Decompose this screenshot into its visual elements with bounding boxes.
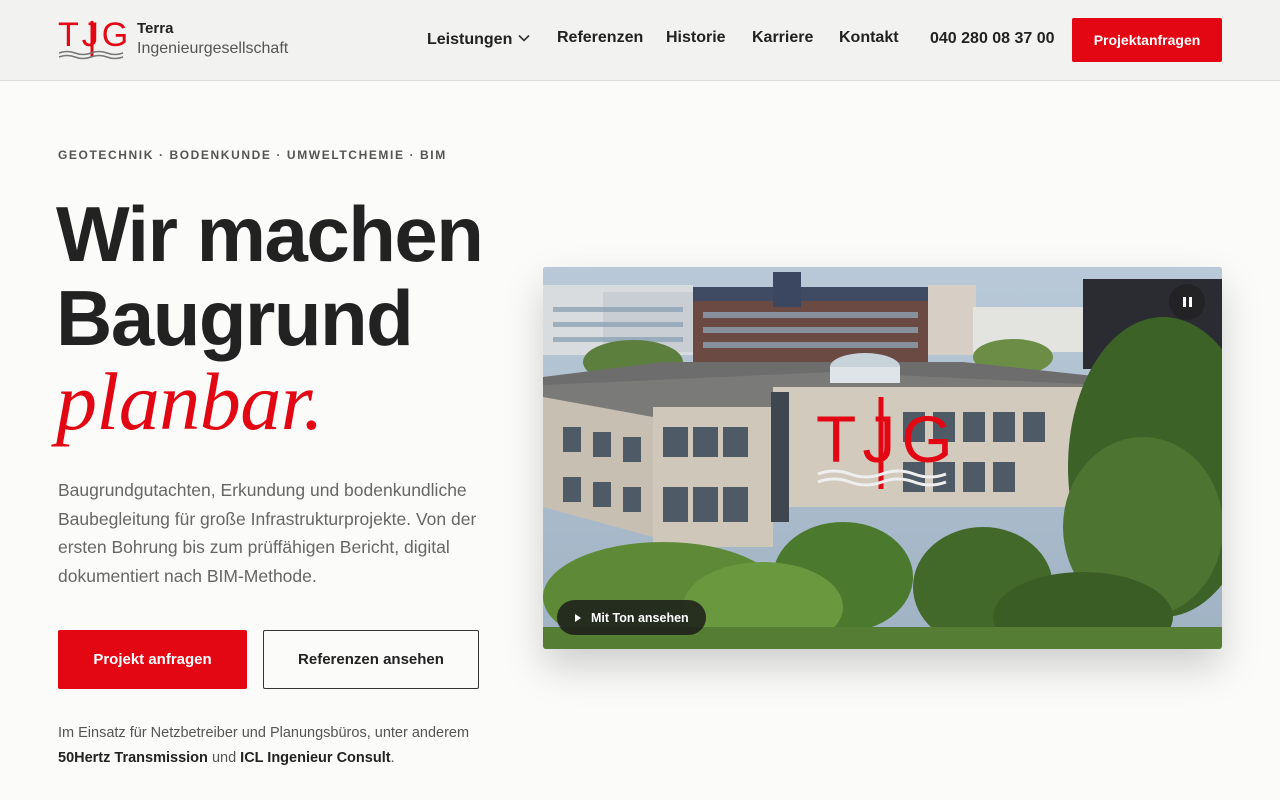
clients-note-and: und [211, 750, 237, 766]
hero-lead: Baugrundgutachten, Erkundung und bodenku… [58, 480, 477, 587]
nav-item-referenzen[interactable]: Referenzen [557, 29, 643, 47]
play-icon [575, 613, 581, 622]
tjg-logo[interactable]: TJG [58, 16, 128, 61]
nav-item-historie[interactable]: Historie [666, 29, 726, 47]
hero-title-line2: Baugrund [56, 274, 414, 362]
hero-title: Wir machen Baugrund planbar. [56, 190, 484, 447]
hero-video[interactable]: TJG Mit Ton ansehen [543, 267, 1222, 649]
pause-icon-bar [1188, 297, 1192, 307]
logo-mark-icon: TJG [58, 16, 128, 60]
brand-name-line2: Ingenieurgesellschaft [137, 40, 289, 57]
watch-with-sound-label: Mit Ton ansehen [591, 610, 689, 625]
client-icl: ICL Ingenieur Consult [240, 750, 391, 766]
view-references-button[interactable]: Referenzen ansehen [263, 630, 479, 689]
video-logo-wordmark: TJG [816, 402, 959, 476]
site-header: TJG Terra Ingenieurgesellschaft Leistung… [0, 0, 1280, 81]
chevron-down-icon [518, 29, 530, 47]
clients-note-suffix: . [390, 750, 395, 766]
pause-video-button[interactable] [1169, 284, 1205, 320]
brand-name-line1: Terra [137, 20, 174, 37]
hero-eyebrow: GEOTECHNIK · BODENKUNDE · UMWELTCHEMIE ·… [58, 148, 447, 162]
nav-label-leistungen: Leistungen [427, 31, 513, 48]
phone-number-link[interactable]: 040 280 08 37 00 [930, 30, 1055, 48]
nav-item-kontakt[interactable]: Kontakt [839, 29, 899, 47]
brand-name: Terra Ingenieurgesellschaft [137, 19, 288, 59]
pause-icon [1182, 297, 1186, 307]
nav-item-karriere[interactable]: Karriere [752, 29, 813, 47]
watch-with-sound-button[interactable]: Mit Ton ansehen [557, 600, 706, 635]
video-overlay-logo: TJG [816, 397, 959, 489]
office-building-aerial-image: TJG [543, 267, 1222, 649]
nav-item-leistungen[interactable]: Leistungen [427, 29, 530, 49]
client-50hertz: 50Hertz Transmission [58, 750, 208, 766]
hero-title-accent: planbar. [56, 356, 324, 447]
project-inquiry-button[interactable]: Projekt anfragen [58, 630, 247, 689]
project-request-button[interactable]: Projektanfragen [1072, 18, 1222, 62]
clients-note: Im Einsatz für Netzbetreiber und Planung… [58, 721, 498, 771]
hero-title-line1: Wir machen [56, 190, 484, 278]
clients-note-prefix: Im Einsatz für Netzbetreiber und Planung… [58, 725, 470, 741]
